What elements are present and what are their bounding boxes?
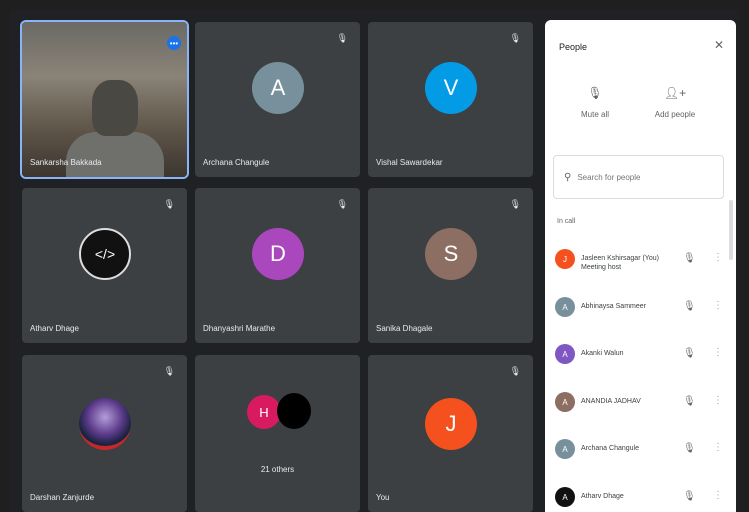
video-person-body bbox=[66, 132, 164, 177]
avatar: A bbox=[555, 297, 575, 317]
search-box[interactable]: ⚲ bbox=[553, 155, 724, 199]
avatar-image bbox=[79, 398, 131, 450]
speaking-indicator-icon: ••• bbox=[167, 36, 181, 50]
mic-off-icon: 🎙︎ bbox=[683, 348, 696, 359]
mute-all-button[interactable]: 🎙︎ Mute all bbox=[565, 86, 625, 119]
participant-tile[interactable]: 🎙︎ Darshan Zanjurde bbox=[22, 355, 187, 512]
mic-off-icon: 🎙︎ bbox=[509, 33, 521, 43]
mic-off-icon: 🎙︎ bbox=[336, 199, 348, 209]
mic-off-icon: 🎙︎ bbox=[683, 396, 696, 407]
participant-tile-others[interactable]: H 21 others bbox=[195, 355, 360, 512]
list-item[interactable]: J Jasleen Kshirsagar (You) Meeting host … bbox=[553, 240, 731, 280]
more-options-icon[interactable]: ⋮ bbox=[713, 442, 723, 453]
mic-off-icon: 🎙︎ bbox=[683, 301, 696, 312]
avatar: J bbox=[555, 249, 575, 269]
participant-name: Dhanyashri Marathe bbox=[203, 324, 276, 333]
list-item[interactable]: A Akanki Walun 🎙︎ ⋮ bbox=[553, 335, 731, 375]
mic-off-icon: 🎙︎ bbox=[509, 199, 521, 209]
avatar: H bbox=[247, 395, 281, 429]
close-icon[interactable]: ✕ bbox=[714, 38, 724, 52]
search-input[interactable] bbox=[575, 171, 710, 183]
participant-name: Darshan Zanjurde bbox=[30, 493, 95, 502]
participant-name: You bbox=[376, 493, 390, 502]
video-person-head bbox=[92, 80, 138, 136]
avatar bbox=[277, 393, 311, 429]
mic-off-icon: 🎙︎ bbox=[683, 253, 696, 264]
more-options-icon[interactable]: ⋮ bbox=[713, 395, 723, 406]
participant-name: Sanika Dhagale bbox=[376, 324, 433, 333]
avatar: V bbox=[425, 62, 477, 114]
mic-off-icon: 🎙︎ bbox=[163, 366, 175, 376]
person-name: Atharv Dhage bbox=[581, 493, 624, 500]
mic-off-icon: 🎙︎ bbox=[509, 366, 521, 376]
mic-off-icon: 🎙︎ bbox=[587, 86, 603, 100]
more-options-icon[interactable]: ⋮ bbox=[713, 300, 723, 311]
add-person-icon: 👤︎+ bbox=[663, 86, 687, 100]
mute-all-label: Mute all bbox=[580, 110, 609, 119]
list-item[interactable]: A ANANDIA JADHAV 🎙︎ ⋮ bbox=[553, 383, 731, 423]
others-count: 21 others bbox=[260, 465, 295, 474]
add-people-label: Add people bbox=[654, 110, 696, 119]
participant-name: Atharv Dhage bbox=[30, 324, 79, 333]
mic-off-icon: 🎙︎ bbox=[683, 443, 696, 454]
participant-tile[interactable]: 🎙︎ </> Atharv Dhage bbox=[22, 188, 187, 343]
list-item[interactable]: A Atharv Dhage 🎙︎ ⋮ bbox=[553, 478, 731, 512]
avatar: D bbox=[252, 228, 304, 280]
person-name: Akanki Walun bbox=[581, 350, 624, 357]
participant-name: Vishal Sawardekar bbox=[376, 158, 443, 167]
list-item[interactable]: A Archana Changule 🎙︎ ⋮ bbox=[553, 430, 731, 470]
avatar: S bbox=[425, 228, 477, 280]
person-name: Abhinaysa Sammeer bbox=[581, 303, 646, 310]
participant-name: Archana Changule bbox=[203, 158, 270, 167]
list-item[interactable]: A Abhinaysa Sammeer 🎙︎ ⋮ bbox=[553, 288, 731, 328]
participant-tile[interactable]: 🎙︎ V Vishal Sawardekar bbox=[368, 22, 533, 177]
add-people-button[interactable]: 👤︎+ Add people bbox=[645, 86, 705, 119]
participant-name: Sankarsha Bakkada bbox=[30, 158, 102, 167]
search-icon: ⚲ bbox=[564, 171, 572, 183]
panel-title: People bbox=[559, 42, 588, 52]
participant-tile-self[interactable]: 🎙︎ J You bbox=[368, 355, 533, 512]
avatar: A bbox=[555, 487, 575, 507]
mic-off-icon: 🎙︎ bbox=[683, 491, 696, 502]
more-options-icon[interactable]: ⋮ bbox=[713, 490, 723, 501]
participant-tile[interactable]: 🎙︎ S Sanika Dhagale bbox=[368, 188, 533, 343]
participant-tile[interactable]: 🎙︎ D Dhanyashri Marathe bbox=[195, 188, 360, 343]
more-options-icon[interactable]: ⋮ bbox=[713, 347, 723, 358]
person-name: ANANDIA JADHAV bbox=[581, 398, 641, 405]
mic-off-icon: 🎙︎ bbox=[336, 33, 348, 43]
avatar: A bbox=[555, 439, 575, 459]
participant-tile[interactable]: 🎙︎ A Archana Changule bbox=[195, 22, 360, 177]
avatar: J bbox=[425, 398, 477, 450]
avatar: A bbox=[555, 392, 575, 412]
avatar: A bbox=[555, 344, 575, 364]
avatar: A bbox=[252, 62, 304, 114]
participant-tile-video[interactable]: ••• Sankarsha Bakkada bbox=[20, 20, 189, 179]
more-options-icon[interactable]: ⋮ bbox=[713, 252, 723, 263]
mic-off-icon: 🎙︎ bbox=[163, 199, 175, 209]
section-label: In call bbox=[557, 218, 576, 225]
code-logo-avatar: </> bbox=[79, 228, 131, 280]
person-name: Jasleen Kshirsagar (You) Meeting host bbox=[581, 255, 659, 271]
people-panel: People ✕ 🎙︎ Mute all 👤︎+ Add people ⚲ In… bbox=[545, 20, 736, 512]
person-name: Archana Changule bbox=[581, 445, 639, 452]
